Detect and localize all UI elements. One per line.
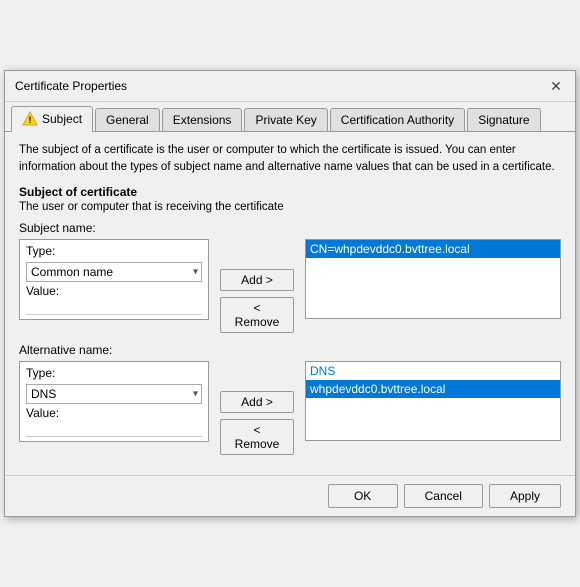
alt-value-input[interactable] [26, 420, 202, 437]
list-item[interactable]: whpdevddc0.bvttree.local [306, 380, 560, 398]
alt-type-select[interactable]: DNS Email URL IP address UPN Other Name [26, 384, 202, 404]
tab-subject-label: Subject [42, 112, 82, 126]
warning-icon: ! [22, 111, 38, 127]
tab-general[interactable]: General [95, 108, 160, 131]
alt-name-row: Type: DNS Email URL IP address UPN Other… [19, 361, 561, 455]
alt-remove-button[interactable]: < Remove [220, 419, 294, 455]
subject-name-box: Type: Common name Distinguished name Ema… [19, 239, 209, 320]
alt-value-label: Value: [26, 406, 202, 420]
tab-extensions[interactable]: Extensions [162, 108, 243, 131]
subject-remove-button[interactable]: < Remove [220, 297, 294, 333]
description-text: The subject of a certificate is the user… [19, 142, 561, 174]
subject-section-title: Subject of certificate [19, 185, 561, 199]
alt-buttons: Add > < Remove [217, 361, 297, 455]
tab-private-key[interactable]: Private Key [244, 108, 327, 131]
subject-value-label: Value: [26, 284, 202, 298]
alt-type-label: Type: [26, 366, 202, 380]
alt-type-select-wrapper[interactable]: DNS Email URL IP address UPN Other Name … [26, 384, 202, 404]
apply-button[interactable]: Apply [489, 484, 561, 508]
subject-section-subtitle: The user or computer that is receiving t… [19, 201, 561, 213]
tab-signature-label: Signature [478, 113, 529, 127]
alt-name-label: Alternative name: [19, 343, 561, 357]
subject-value-input[interactable] [26, 298, 202, 315]
dialog-title: Certificate Properties [15, 79, 127, 93]
tab-private-key-label: Private Key [255, 113, 316, 127]
dialog: Certificate Properties ✕ ! Subject Gener… [4, 70, 576, 516]
cancel-button[interactable]: Cancel [404, 484, 483, 508]
alt-name-box: Type: DNS Email URL IP address UPN Other… [19, 361, 209, 442]
subject-buttons: Add > < Remove [217, 239, 297, 333]
subject-type-select-wrapper[interactable]: Common name Distinguished name Email URL… [26, 262, 202, 282]
tab-subject[interactable]: ! Subject [11, 106, 93, 132]
title-bar: Certificate Properties ✕ [5, 71, 575, 102]
tab-general-label: General [106, 113, 149, 127]
close-button[interactable]: ✕ [547, 77, 565, 95]
footer: OK Cancel Apply [5, 475, 575, 516]
subject-type-label: Type: [26, 244, 202, 258]
tab-certification-authority[interactable]: Certification Authority [330, 108, 465, 131]
subject-list-box[interactable]: CN=whpdevddc0.bvttree.local [305, 239, 561, 319]
tab-extensions-label: Extensions [173, 113, 232, 127]
list-item[interactable]: CN=whpdevddc0.bvttree.local [306, 240, 560, 258]
subject-name-row: Type: Common name Distinguished name Ema… [19, 239, 561, 333]
tab-ca-label: Certification Authority [341, 113, 454, 127]
subject-type-select[interactable]: Common name Distinguished name Email URL… [26, 262, 202, 282]
ok-button[interactable]: OK [328, 484, 398, 508]
svg-text:!: ! [29, 115, 32, 125]
alt-list-box[interactable]: DNS whpdevddc0.bvttree.local [305, 361, 561, 441]
tab-signature[interactable]: Signature [467, 108, 540, 131]
subject-name-label: Subject name: [19, 221, 561, 235]
list-item[interactable]: DNS [306, 362, 560, 380]
alt-add-button[interactable]: Add > [220, 391, 294, 413]
subject-add-button[interactable]: Add > [220, 269, 294, 291]
tab-content: The subject of a certificate is the user… [5, 132, 575, 474]
tabs-container: ! Subject General Extensions Private Key… [5, 102, 575, 132]
